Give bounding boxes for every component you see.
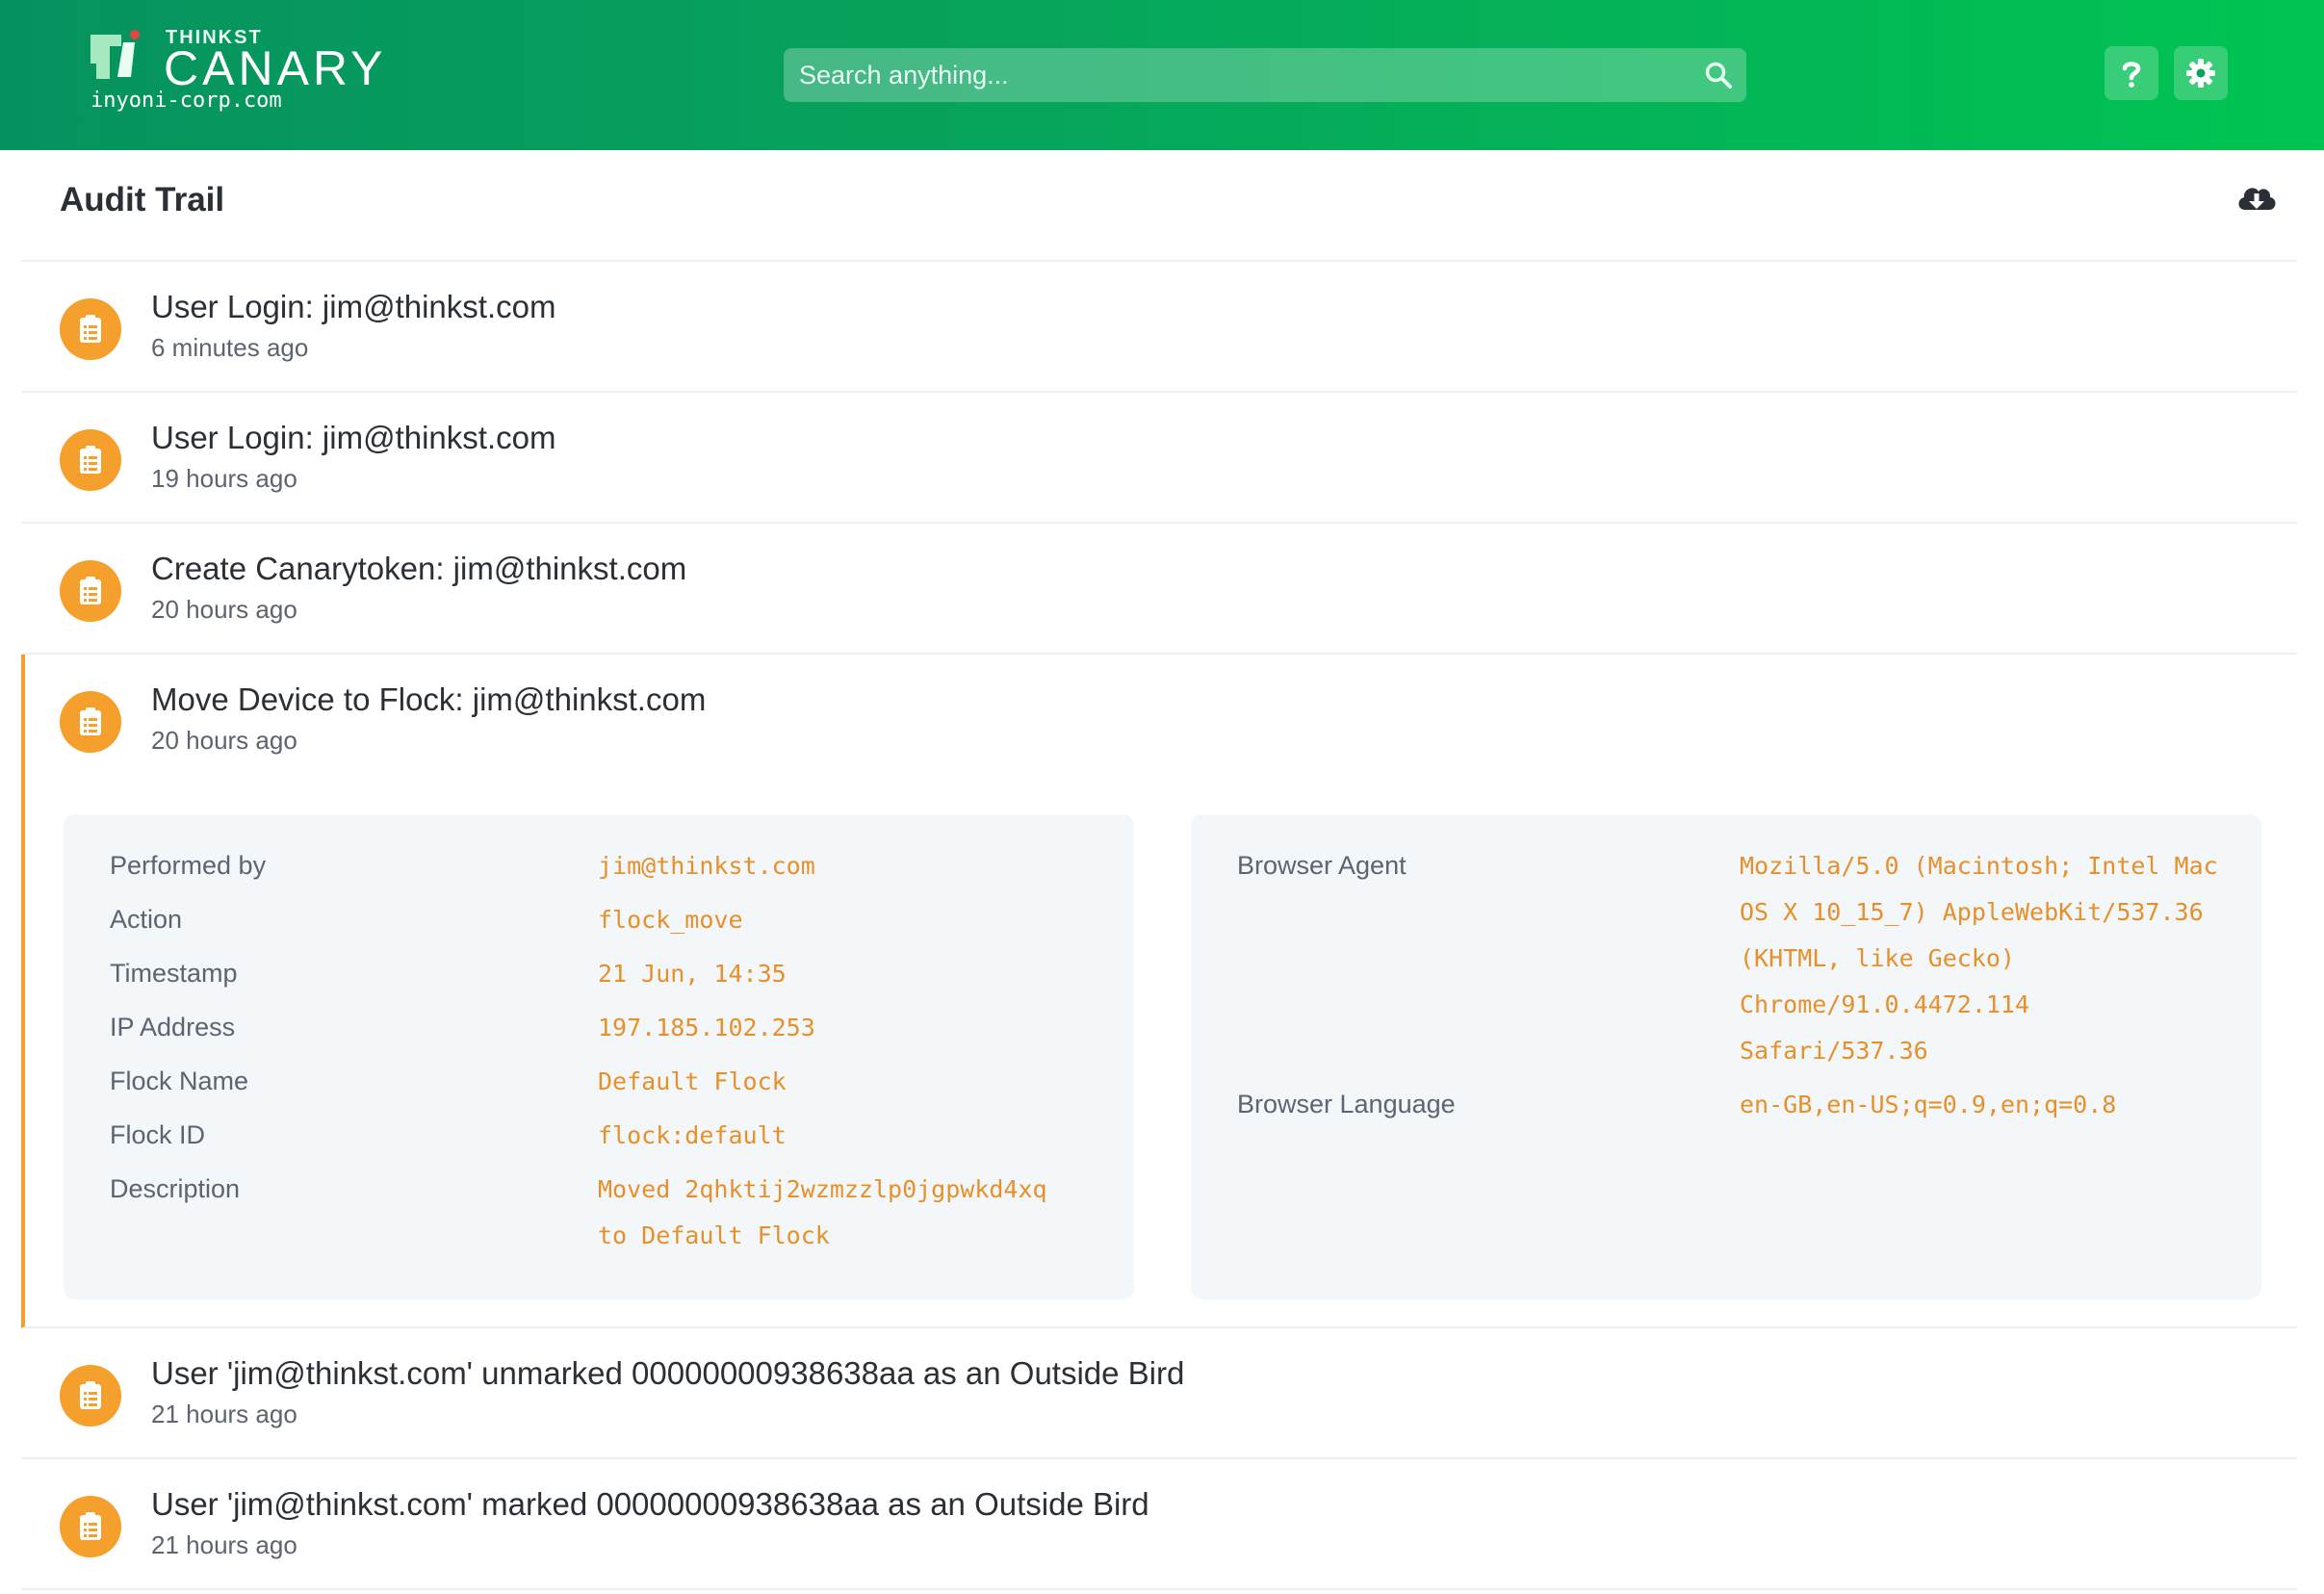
audit-item-time: 6 minutes ago bbox=[151, 333, 309, 362]
audit-item-title: User Login: jim@thinkst.com bbox=[151, 289, 556, 324]
audit-item-title: User Login: jim@thinkst.com bbox=[151, 420, 556, 455]
audit-item-time: 20 hours ago bbox=[151, 595, 297, 624]
page-title: Audit Trail bbox=[60, 181, 225, 219]
detail-label: Action bbox=[110, 905, 183, 934]
detail-label: Browser Language bbox=[1237, 1090, 1456, 1118]
help-button[interactable] bbox=[2105, 46, 2158, 100]
audit-item-icon bbox=[60, 1496, 121, 1557]
question-icon bbox=[2122, 62, 2141, 88]
detail-label: Description bbox=[110, 1174, 241, 1203]
search-input[interactable] bbox=[784, 48, 1746, 102]
audit-item-title: Move Device to Flock: jim@thinkst.com bbox=[151, 681, 707, 717]
top-header: THINKST CANARY inyoni-corp.com bbox=[0, 0, 2324, 150]
detail-value: jim@thinkst.com bbox=[598, 852, 815, 880]
detail-value: 21 Jun, 14:35 bbox=[598, 960, 787, 988]
detail-label: Flock ID bbox=[110, 1120, 206, 1149]
detail-value: Default Flock bbox=[598, 1067, 787, 1095]
audit-item[interactable]: User 'jim@thinkst.com' marked 0000000093… bbox=[21, 1459, 2297, 1590]
clipboard-icon bbox=[80, 1381, 101, 1409]
detail-value: Chrome/91.0.4472.114 bbox=[1740, 990, 2030, 1018]
detail-value: to Default Flock bbox=[598, 1221, 830, 1249]
clipboard-icon bbox=[80, 1512, 101, 1540]
audit-trail-card: Audit Trail User Login: jim@thinkst.com … bbox=[21, 150, 2297, 1594]
audit-item-time: 21 hours ago bbox=[151, 1530, 297, 1559]
search-bar bbox=[784, 48, 1746, 102]
cloud-download-icon[interactable] bbox=[2235, 179, 2278, 218]
card-header: Audit Trail bbox=[21, 150, 2297, 262]
clipboard-icon bbox=[80, 707, 101, 735]
audit-item-icon bbox=[60, 691, 121, 753]
detail-value: flock:default bbox=[598, 1121, 787, 1149]
event-details-panel: Performed by jim@thinkst.com Action floc… bbox=[64, 814, 1134, 1299]
detail-value: Mozilla/5.0 (Macintosh; Intel Mac bbox=[1740, 852, 2218, 880]
audit-item[interactable]: Create Canarytoken: jim@thinkst.com 20 h… bbox=[21, 524, 2297, 655]
clipboard-icon bbox=[80, 315, 101, 343]
detail-label: IP Address bbox=[110, 1013, 236, 1041]
audit-item-title: User 'jim@thinkst.com' marked 0000000093… bbox=[151, 1486, 1149, 1522]
audit-item-icon bbox=[60, 1365, 121, 1427]
audit-item-expanded[interactable]: Move Device to Flock: jim@thinkst.com 20… bbox=[21, 655, 2297, 1328]
audit-item-icon bbox=[60, 298, 121, 360]
audit-item-icon bbox=[60, 560, 121, 622]
detail-value: flock_move bbox=[598, 906, 743, 934]
audit-item-time: 19 hours ago bbox=[151, 464, 297, 493]
audit-item[interactable]: User 'jim@thinkst.com' unmarked 00000000… bbox=[21, 1328, 2297, 1459]
audit-item-title: User 'jim@thinkst.com' unmarked 00000000… bbox=[151, 1355, 1185, 1391]
detail-value: en-GB,en-US;q=0.9,en;q=0.8 bbox=[1740, 1091, 2117, 1118]
audit-item-time: 21 hours ago bbox=[151, 1400, 297, 1428]
audit-item[interactable]: User Login: jim@thinkst.com 19 hours ago bbox=[21, 393, 2297, 524]
audit-item-icon bbox=[60, 429, 121, 491]
audit-item[interactable]: User Login: jim@thinkst.com 6 minutes ag… bbox=[21, 262, 2297, 393]
org-domain: inyoni-corp.com bbox=[90, 89, 282, 113]
canary-logo-icon bbox=[90, 30, 140, 79]
detail-label: Browser Agent bbox=[1237, 851, 1407, 880]
clipboard-icon bbox=[80, 577, 101, 604]
detail-label: Performed by bbox=[110, 851, 267, 880]
search-icon[interactable] bbox=[1704, 61, 1733, 90]
detail-value: OS X 10_15_7) AppleWebKit/537.36 bbox=[1740, 898, 2204, 926]
clipboard-icon bbox=[80, 446, 101, 474]
detail-label: Flock Name bbox=[110, 1067, 249, 1095]
audit-item-time: 20 hours ago bbox=[151, 726, 297, 755]
browser-details-panel: Browser Agent Mozilla/5.0 (Macintosh; In… bbox=[1191, 814, 2261, 1299]
detail-value: Safari/537.36 bbox=[1740, 1037, 1928, 1065]
audit-item-title: Create Canarytoken: jim@thinkst.com bbox=[151, 551, 687, 586]
gear-icon bbox=[2186, 59, 2215, 88]
detail-value: Moved 2qhktij2wzmzzlp0jgpwkd4xq bbox=[598, 1175, 1047, 1203]
detail-label: Timestamp bbox=[110, 959, 238, 988]
detail-value: 197.185.102.253 bbox=[598, 1014, 815, 1041]
settings-button[interactable] bbox=[2174, 46, 2228, 100]
detail-value: (KHTML, like Gecko) bbox=[1740, 944, 2015, 972]
